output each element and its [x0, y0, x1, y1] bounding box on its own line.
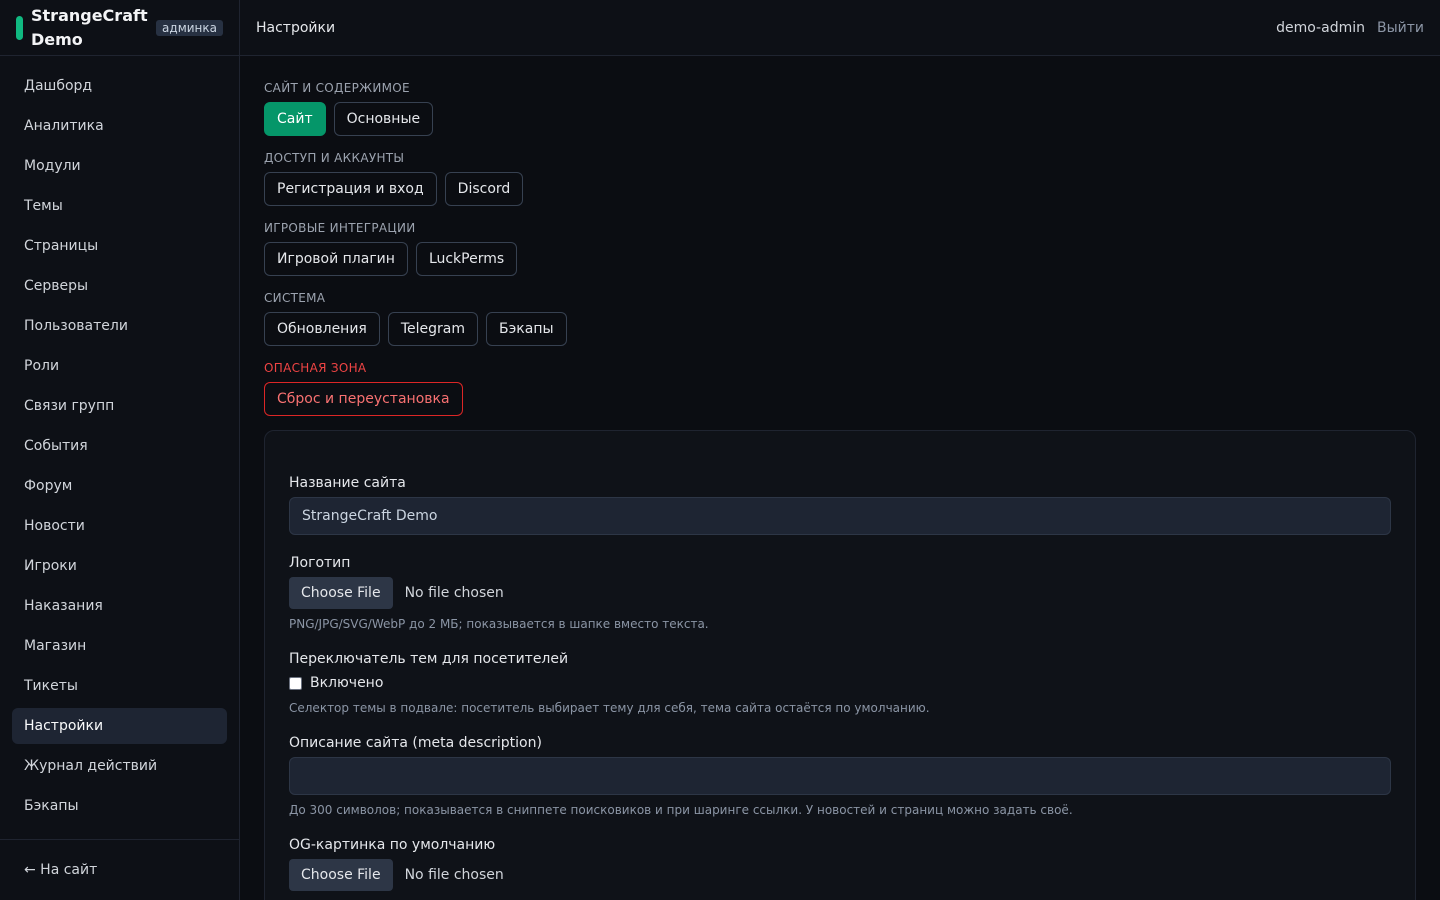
- main-area: Настройки demo-admin Выйти Сайт и содерж…: [240, 0, 1440, 900]
- settings-tab-button[interactable]: Discord: [444, 172, 524, 206]
- settings-group-label: Доступ и аккаунты: [264, 151, 405, 165]
- sidebar-item[interactable]: Роли: [12, 348, 227, 384]
- sidebar-item[interactable]: Тикеты: [12, 668, 227, 704]
- meta-description-label: Описание сайта (meta description): [289, 735, 542, 751]
- sidebar-item[interactable]: Темы: [12, 188, 227, 224]
- settings-tab-button[interactable]: Бэкапы: [486, 312, 567, 346]
- sidebar-item[interactable]: Игроки: [12, 548, 227, 584]
- settings-tab-button[interactable]: Сброс и переустановка: [264, 382, 463, 416]
- og-image-label: OG-картинка по умолчанию: [289, 837, 496, 853]
- settings-tab-button[interactable]: Обновления: [264, 312, 380, 346]
- sidebar-item[interactable]: Страницы: [12, 228, 227, 264]
- logo-file-status: No file chosen: [404, 585, 504, 601]
- settings-group-label: Система: [264, 291, 326, 305]
- logo-choose-file-button[interactable]: Choose File: [289, 577, 393, 609]
- og-image-file-status: No file chosen: [404, 867, 504, 883]
- admin-badge: админка: [156, 19, 223, 36]
- settings-group-label: Сайт и содержимое: [264, 81, 410, 95]
- settings-tab-button[interactable]: Основные: [333, 102, 434, 136]
- theme-switcher-checkbox-row[interactable]: Включено: [289, 673, 1391, 693]
- settings-tab-button[interactable]: Регистрация и вход: [264, 172, 437, 206]
- og-image-file-row: Choose File No file chosen: [289, 859, 1391, 891]
- settings-content: Сайт и содержимое Сайт Основные Доступ и ак…: [240, 56, 1440, 900]
- sidebar-item[interactable]: Связи групп: [12, 388, 227, 424]
- theme-switcher-hint: Селектор темы в подвале: посетитель выби…: [289, 701, 930, 715]
- settings-groups: Сайт и содержимое Сайт Основные Доступ и ак…: [264, 80, 1416, 416]
- site-name-field: Название сайта: [289, 475, 1391, 535]
- sidebar-item[interactable]: Дашборд: [12, 68, 227, 104]
- topbar: Настройки demo-admin Выйти: [240, 0, 1440, 56]
- sidebar-item[interactable]: Новости: [12, 508, 227, 544]
- sidebar-item[interactable]: Форум: [12, 468, 227, 504]
- sidebar-item[interactable]: Модули: [12, 148, 227, 184]
- user-area: demo-admin Выйти: [1276, 20, 1424, 36]
- site-name-input[interactable]: [289, 497, 1391, 535]
- settings-group-label: Опасная зона: [264, 361, 367, 375]
- sidebar-item[interactable]: Серверы: [12, 268, 227, 304]
- logo-file-row: Choose File No file chosen: [289, 577, 1391, 609]
- back-to-site-link[interactable]: ← На сайт: [0, 839, 239, 900]
- theme-switcher-checkbox-label: Включено: [310, 675, 384, 691]
- brand-name: StrangeCraft Demo: [31, 5, 148, 49]
- settings-tab-button[interactable]: LuckPerms: [415, 242, 518, 276]
- sidebar-item[interactable]: События: [12, 428, 227, 464]
- settings-group-label: Игровые интеграции: [264, 221, 416, 235]
- site-name-label: Название сайта: [289, 475, 406, 491]
- settings-group-buttons: Регистрация и вход Discord: [264, 172, 1416, 206]
- logo-field: Логотип Choose File No file chosen PNG/J…: [289, 555, 1391, 631]
- sidebar-item[interactable]: Журнал действий: [12, 748, 227, 784]
- meta-description-hint: До 300 символов; показывается в сниппете…: [289, 803, 1073, 817]
- settings-tab-button[interactable]: Сайт: [264, 102, 326, 136]
- og-image-field: OG-картинка по умолчанию Choose File No …: [289, 837, 1391, 891]
- og-image-choose-file-button[interactable]: Choose File: [289, 859, 393, 891]
- settings-tab-button[interactable]: Игровой плагин: [264, 242, 408, 276]
- back-link-label: ← На сайт: [24, 862, 98, 878]
- settings-group-buttons: Обновления Telegram Бэкапы: [264, 312, 1416, 346]
- settings-group-buttons: Сброс и переустановка: [264, 382, 1416, 416]
- sidebar-item[interactable]: Аналитика: [12, 108, 227, 144]
- brand-logo-bar: [16, 15, 23, 40]
- username: demo-admin: [1276, 19, 1365, 36]
- theme-switcher-field: Переключатель тем для посетителей Включе…: [289, 651, 1391, 715]
- settings-card: Название сайта Логотип Choose File No fi…: [264, 430, 1416, 900]
- sidebar: StrangeCraft Demo админка Дашборд Аналити…: [0, 0, 240, 900]
- sidebar-item[interactable]: Магазин: [12, 628, 227, 664]
- theme-switcher-label: Переключатель тем для посетителей: [289, 651, 569, 667]
- page-title: Настройки: [256, 19, 336, 36]
- settings-tab-button[interactable]: Telegram: [387, 312, 479, 346]
- brand[interactable]: StrangeCraft Demo админка: [0, 0, 239, 56]
- theme-switcher-checkbox[interactable]: [289, 676, 302, 690]
- sidebar-item[interactable]: Пользователи: [12, 308, 227, 344]
- meta-description-field: Описание сайта (meta description) До 300…: [289, 735, 1391, 817]
- app-root: StrangeCraft Demo админка Дашборд Аналити…: [0, 0, 1440, 900]
- sidebar-item[interactable]: Настройки: [12, 708, 227, 744]
- logo-label: Логотип: [289, 555, 351, 571]
- sidebar-nav: Дашборд Аналитика Модули Темы Страницы Сервер…: [0, 56, 239, 839]
- sidebar-item[interactable]: Бэкапы: [12, 788, 227, 824]
- meta-description-input[interactable]: [289, 757, 1391, 795]
- sidebar-item[interactable]: Наказания: [12, 588, 227, 624]
- logo-hint: PNG/JPG/SVG/WebP до 2 МБ; показывается в…: [289, 617, 709, 631]
- settings-group-buttons: Игровой плагин LuckPerms: [264, 242, 1416, 276]
- logout-link[interactable]: Выйти: [1377, 20, 1424, 36]
- settings-group-buttons: Сайт Основные: [264, 102, 1416, 136]
